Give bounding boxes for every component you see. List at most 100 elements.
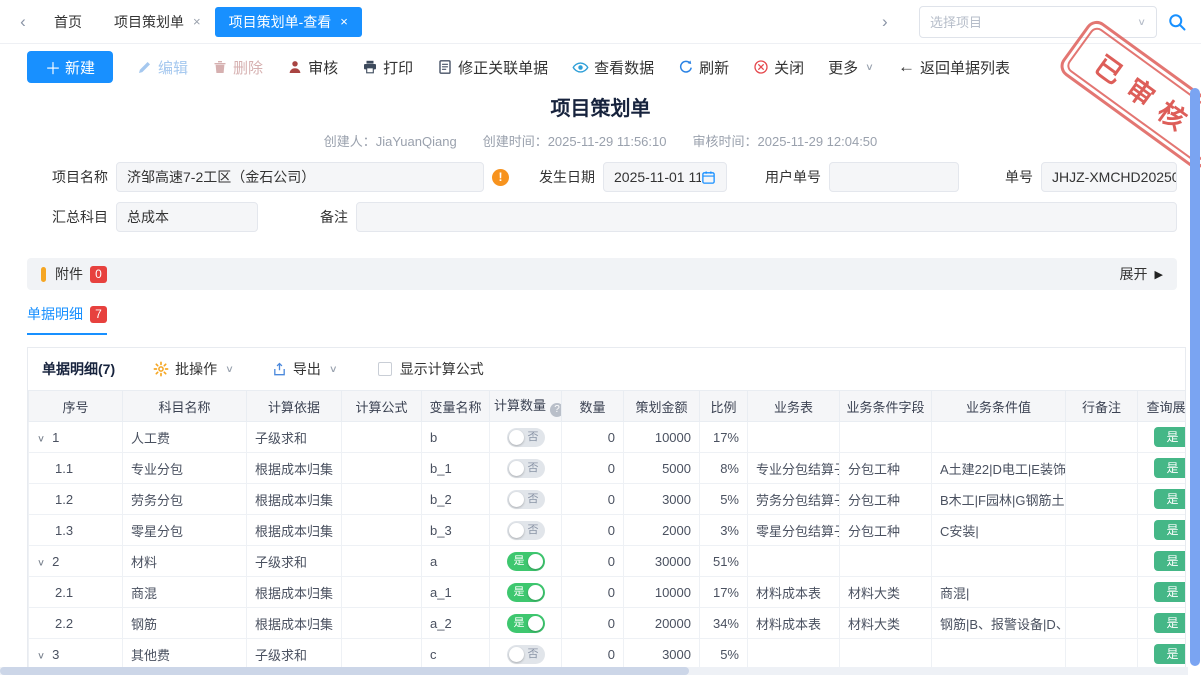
fix-related-button[interactable]: 修正关联单据	[437, 57, 548, 78]
query-display-pill[interactable]: 是	[1154, 458, 1186, 478]
calc-qty-toggle[interactable]: 否	[507, 428, 545, 447]
table-row[interactable]: ∨2材料子级求和a是03000051%是	[29, 546, 1187, 577]
close-button[interactable]: 关闭	[753, 57, 804, 78]
basis-cell: 子级求和	[247, 639, 342, 670]
column-header: 行备注	[1066, 391, 1138, 422]
query-display-pill[interactable]: 是	[1154, 520, 1186, 540]
audit-time-meta: 审核时间：2025-11-29 12:04:50	[693, 131, 878, 150]
print-button[interactable]: 打印	[362, 57, 413, 78]
variable-cell: b_3	[422, 515, 490, 546]
horizontal-scrollbar-thumb[interactable]	[0, 667, 689, 675]
query-display-pill[interactable]: 是	[1154, 613, 1186, 633]
field-cell: 分包工种	[840, 484, 932, 515]
variable-cell: c	[422, 639, 490, 670]
qty-cell: 0	[562, 453, 624, 484]
collapse-caret-icon[interactable]: ∨	[37, 556, 45, 567]
doc-no-field[interactable]: JHJZ-XMCHD2025000	[1041, 162, 1177, 192]
batch-actions-button[interactable]: 批操作 ∨	[153, 359, 234, 379]
basis-cell: 根据成本归集	[247, 484, 342, 515]
user-no-field[interactable]	[829, 162, 959, 192]
tab-close-icon[interactable]: ×	[340, 14, 348, 29]
formula-cell	[342, 577, 422, 608]
expand-triangle-icon: ▶	[1155, 268, 1163, 281]
delete-button[interactable]: 删除	[212, 57, 263, 78]
calc-qty-toggle[interactable]: 是	[507, 552, 545, 571]
calc-qty-toggle[interactable]: 否	[507, 459, 545, 478]
attachment-bar[interactable]: 附件 0 展开 ▶	[27, 258, 1177, 290]
calc-qty-toggle[interactable]: 否	[507, 490, 545, 509]
remark-field[interactable]	[356, 202, 1177, 232]
audit-button[interactable]: 审核	[287, 57, 338, 78]
name-cell: 人工费	[123, 422, 247, 453]
variable-cell: a	[422, 546, 490, 577]
project-select[interactable]: 选择项目 ∨	[919, 6, 1157, 38]
calc-qty-cell: 否	[490, 484, 562, 515]
tab-close-icon[interactable]: ×	[193, 14, 201, 29]
view-data-button[interactable]: 查看数据	[572, 57, 654, 78]
name-cell: 其他费	[123, 639, 247, 670]
table-row[interactable]: 2.2钢筋根据成本归集a_2是02000034%材料成本表材料大类钢筋|B、报警…	[29, 608, 1187, 639]
more-button[interactable]: 更多 ∨	[828, 57, 874, 78]
table-row[interactable]: 2.1商混根据成本归集a_1是01000017%材料成本表材料大类商混|是	[29, 577, 1187, 608]
query-display-pill[interactable]: 是	[1154, 551, 1186, 571]
search-icon[interactable]	[1167, 12, 1187, 32]
help-icon[interactable]: ?	[550, 403, 561, 417]
calc-qty-toggle[interactable]: 否	[507, 521, 545, 540]
refresh-button[interactable]: 刷新	[678, 57, 729, 78]
qty-cell: 0	[562, 639, 624, 670]
seq-cell: ∨1	[29, 422, 123, 453]
table-row[interactable]: 1.3零星分包根据成本归集b_3否020003%零星分包结算子分包工种C安装|是	[29, 515, 1187, 546]
table-row[interactable]: 1.1专业分包根据成本归集b_1否050008%专业分包结算子分包工种A土建22…	[29, 453, 1187, 484]
date-field[interactable]: 2025-11-01 11:47:	[603, 162, 727, 192]
tab-home[interactable]: 首页	[36, 12, 100, 32]
table-row[interactable]: 1.2劳务分包根据成本归集b_2否030005%劳务分包结算子分包工种B木工|F…	[29, 484, 1187, 515]
vertical-scrollbar[interactable]	[1190, 88, 1200, 666]
tab-detail[interactable]: 单据明细 7	[27, 304, 107, 335]
table-row[interactable]: ∨3其他费子级求和c否030005%是	[29, 639, 1187, 670]
value-cell: B木工|F园林|G钢筋土|	[932, 484, 1066, 515]
collapse-caret-icon[interactable]: ∨	[37, 649, 45, 660]
amount-cell: 10000	[624, 422, 700, 453]
calc-qty-toggle[interactable]: 否	[507, 645, 545, 664]
subject-field[interactable]: 总成本	[116, 202, 258, 232]
amount-cell: 5000	[624, 453, 700, 484]
export-button[interactable]: 导出 ∨	[272, 359, 338, 379]
info-icon[interactable]: !	[492, 169, 509, 186]
tab-project-plan-view[interactable]: 项目策划单-查看 ×	[215, 7, 362, 37]
query-display-pill[interactable]: 是	[1154, 489, 1186, 509]
amount-cell: 3000	[624, 484, 700, 515]
nav-scroll-right-icon[interactable]: ›	[872, 12, 898, 32]
edit-button[interactable]: 编辑	[137, 57, 188, 78]
document-header: 项目策划单 创建人：JiaYuanQiang 创建时间：2025-11-29 1…	[0, 90, 1201, 150]
query-display-pill[interactable]: 是	[1154, 644, 1186, 664]
seq-cell: 1.2	[29, 484, 123, 515]
chevron-down-icon: ∨	[225, 363, 234, 374]
nav-scroll-left-icon[interactable]: ‹	[10, 12, 36, 32]
calendar-icon[interactable]	[701, 170, 716, 185]
back-to-list-button[interactable]: ← 返回单据列表	[898, 57, 1010, 78]
project-name-field[interactable]: 济邹高速7-2工区（金石公司）	[116, 162, 484, 192]
collapse-caret-icon[interactable]: ∨	[37, 432, 45, 443]
value-cell: C安装|	[932, 515, 1066, 546]
new-button[interactable]: ＋ 新建	[27, 51, 113, 83]
table-row[interactable]: ∨1人工费子级求和b否01000017%是	[29, 422, 1187, 453]
value-cell: A土建22|D电工|E装饰|	[932, 453, 1066, 484]
close-button-label: 关闭	[774, 57, 804, 78]
horizontal-scrollbar[interactable]	[0, 667, 1188, 675]
show-formula-label: 显示计算公式	[400, 359, 484, 379]
calc-qty-cell: 否	[490, 422, 562, 453]
calc-qty-toggle[interactable]: 是	[507, 614, 545, 633]
qty-cell: 0	[562, 484, 624, 515]
column-header: 计算公式	[342, 391, 422, 422]
tab-project-plan[interactable]: 项目策划单 ×	[100, 7, 215, 37]
calc-qty-toggle[interactable]: 是	[507, 583, 545, 602]
query-display-pill[interactable]: 是	[1154, 427, 1186, 447]
attachment-expand-button[interactable]: 展开 ▶	[1120, 264, 1163, 284]
remark-label: 备注	[320, 207, 348, 227]
show-formula-checkbox[interactable]	[378, 362, 392, 376]
plus-icon: ＋	[45, 55, 61, 79]
name-cell: 商混	[123, 577, 247, 608]
field-cell	[840, 639, 932, 670]
query-display-pill[interactable]: 是	[1154, 582, 1186, 602]
amount-cell: 30000	[624, 546, 700, 577]
